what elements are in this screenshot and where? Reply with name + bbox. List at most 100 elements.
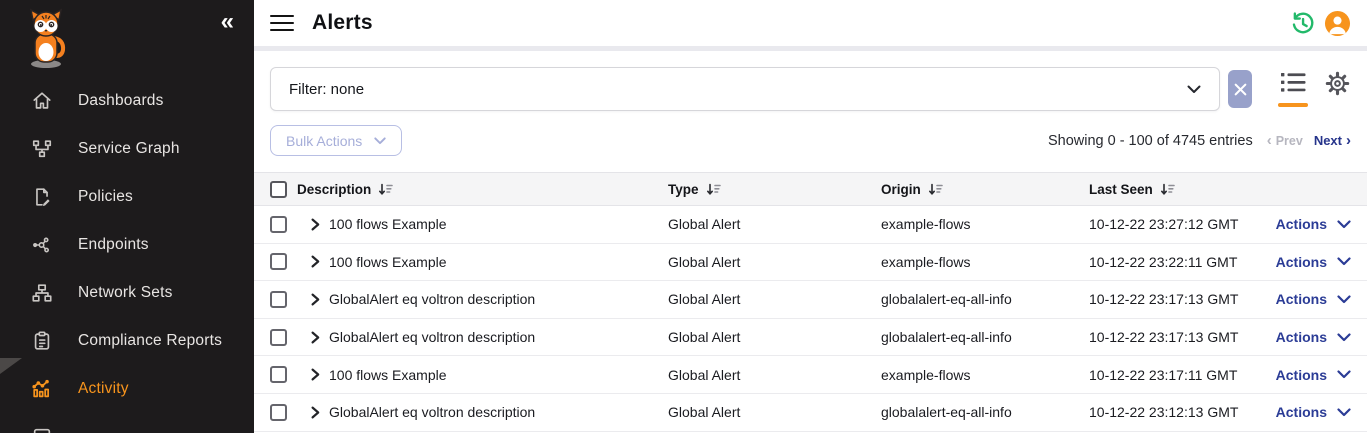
next-label: Next: [1314, 133, 1342, 148]
cell-type: Global Alert: [668, 216, 881, 232]
actions-label: Actions: [1276, 404, 1327, 420]
cell-last-seen: 10-12-22 23:17:13 GMT: [1089, 291, 1271, 307]
sort-icon: [928, 183, 943, 196]
column-header-description[interactable]: Description: [297, 182, 668, 197]
table-row: 100 flows Example Global Alert example-f…: [254, 206, 1367, 244]
sidebar-item-label: Policies: [78, 188, 133, 206]
table-row: 100 flows Example Global Alert example-f…: [254, 356, 1367, 394]
actions-label: Actions: [1276, 367, 1327, 383]
sidebar-item-partial[interactable]: [0, 413, 254, 433]
endpoints-icon: [30, 233, 54, 257]
sidebar-item-network-sets[interactable]: Network Sets: [0, 269, 254, 317]
column-label: Origin: [881, 182, 921, 197]
row-checkbox[interactable]: [270, 253, 287, 270]
top-bar: Alerts: [254, 0, 1367, 46]
actions-label: Actions: [1276, 254, 1327, 270]
select-all-checkbox[interactable]: [270, 181, 287, 198]
row-expand-icon[interactable]: [310, 218, 321, 231]
row-expand-icon[interactable]: [310, 255, 321, 268]
list-view-toggle[interactable]: [1278, 71, 1308, 107]
table-body: 100 flows Example Global Alert example-f…: [254, 206, 1367, 432]
column-label: Last Seen: [1089, 182, 1153, 197]
sidebar-item-service-graph[interactable]: Service Graph: [0, 125, 254, 173]
sidebar-item-label: Activity: [78, 380, 129, 398]
table-row: GlobalAlert eq voltron description Globa…: [254, 394, 1367, 432]
row-actions-button[interactable]: Actions: [1276, 404, 1351, 420]
cell-description: GlobalAlert eq voltron description: [329, 291, 535, 307]
top-bar-actions: [1289, 10, 1351, 37]
sidebar-item-label: Dashboards: [78, 92, 164, 110]
row-actions-button[interactable]: Actions: [1276, 254, 1351, 270]
history-icon[interactable]: [1289, 10, 1316, 37]
column-header-last-seen[interactable]: Last Seen: [1089, 182, 1271, 197]
row-actions-button[interactable]: Actions: [1276, 216, 1351, 232]
gear-icon[interactable]: [1324, 70, 1351, 97]
cell-last-seen: 10-12-22 23:17:13 GMT: [1089, 329, 1271, 345]
sidebar-item-label: Network Sets: [78, 284, 173, 302]
chevron-down-icon: [1337, 257, 1351, 266]
row-checkbox[interactable]: [270, 366, 287, 383]
sidebar: « Dashboards Service Grap: [0, 0, 254, 433]
row-expand-icon[interactable]: [310, 293, 321, 306]
activity-icon: [30, 377, 54, 401]
column-header-origin[interactable]: Origin: [881, 182, 1089, 197]
chevron-right-icon: ›: [1346, 133, 1351, 148]
page-title: Alerts: [312, 11, 373, 35]
row-checkbox[interactable]: [270, 291, 287, 308]
chevron-down-icon: [1337, 295, 1351, 304]
main-content: Alerts: [254, 0, 1367, 433]
sidebar-item-label: Endpoints: [78, 236, 149, 254]
cell-origin: globalalert-eq-all-info: [881, 404, 1089, 420]
sidebar-item-label: Service Graph: [78, 140, 180, 158]
row-expand-icon[interactable]: [310, 331, 321, 344]
cell-type: Global Alert: [668, 291, 881, 307]
sidebar-item-compliance-reports[interactable]: Compliance Reports: [0, 317, 254, 365]
user-avatar[interactable]: [1324, 10, 1351, 37]
row-checkbox[interactable]: [270, 404, 287, 421]
chevron-down-icon: [1337, 370, 1351, 379]
active-view-underline: [1278, 103, 1308, 107]
sidebar-item-dashboards[interactable]: Dashboards: [0, 77, 254, 125]
cell-type: Global Alert: [668, 404, 881, 420]
row-actions-button[interactable]: Actions: [1276, 329, 1351, 345]
cell-origin: globalalert-eq-all-info: [881, 329, 1089, 345]
cell-origin: example-flows: [881, 367, 1089, 383]
cell-last-seen: 10-12-22 23:17:11 GMT: [1089, 367, 1271, 383]
alerts-table: Description Type Origin: [254, 172, 1367, 432]
sidebar-nav: Dashboards Service Graph: [0, 77, 254, 433]
sort-icon: [1160, 183, 1175, 196]
chevron-down-icon: [1337, 408, 1351, 417]
row-checkbox[interactable]: [270, 329, 287, 346]
table-toolbar: Bulk Actions Showing 0 - 100 of 4745 ent…: [254, 111, 1367, 172]
menu-icon[interactable]: [270, 13, 294, 34]
actions-label: Actions: [1276, 329, 1327, 345]
sort-icon: [378, 183, 393, 196]
clear-filter-button[interactable]: [1228, 70, 1252, 108]
column-header-type[interactable]: Type: [668, 182, 881, 197]
row-checkbox[interactable]: [270, 216, 287, 233]
actions-label: Actions: [1276, 291, 1327, 307]
table-row: GlobalAlert eq voltron description Globa…: [254, 319, 1367, 357]
row-expand-icon[interactable]: [310, 368, 321, 381]
table-header-row: Description Type Origin: [254, 172, 1367, 206]
next-page-button[interactable]: Next ›: [1314, 133, 1351, 148]
sidebar-item-policies[interactable]: Policies: [0, 173, 254, 221]
cell-last-seen: 10-12-22 23:12:13 GMT: [1089, 404, 1271, 420]
chevron-down-icon: [1337, 220, 1351, 229]
bulk-actions-button[interactable]: Bulk Actions: [270, 125, 402, 156]
network-sets-icon: [30, 281, 54, 305]
sidebar-item-label: Compliance Reports: [78, 332, 222, 350]
sidebar-item-endpoints[interactable]: Endpoints: [0, 221, 254, 269]
policies-icon: [30, 185, 54, 209]
cell-type: Global Alert: [668, 329, 881, 345]
sidebar-item-activity[interactable]: Activity: [0, 365, 254, 413]
row-actions-button[interactable]: Actions: [1276, 367, 1351, 383]
sidebar-collapse-icon[interactable]: «: [221, 10, 234, 34]
row-actions-button[interactable]: Actions: [1276, 291, 1351, 307]
row-expand-icon[interactable]: [310, 406, 321, 419]
table-row: 100 flows Example Global Alert example-f…: [254, 244, 1367, 282]
prev-page-button[interactable]: ‹ Prev: [1267, 133, 1303, 148]
filter-select[interactable]: Filter: none: [270, 67, 1220, 111]
cell-description: 100 flows Example: [329, 367, 447, 383]
column-label: Description: [297, 182, 371, 197]
